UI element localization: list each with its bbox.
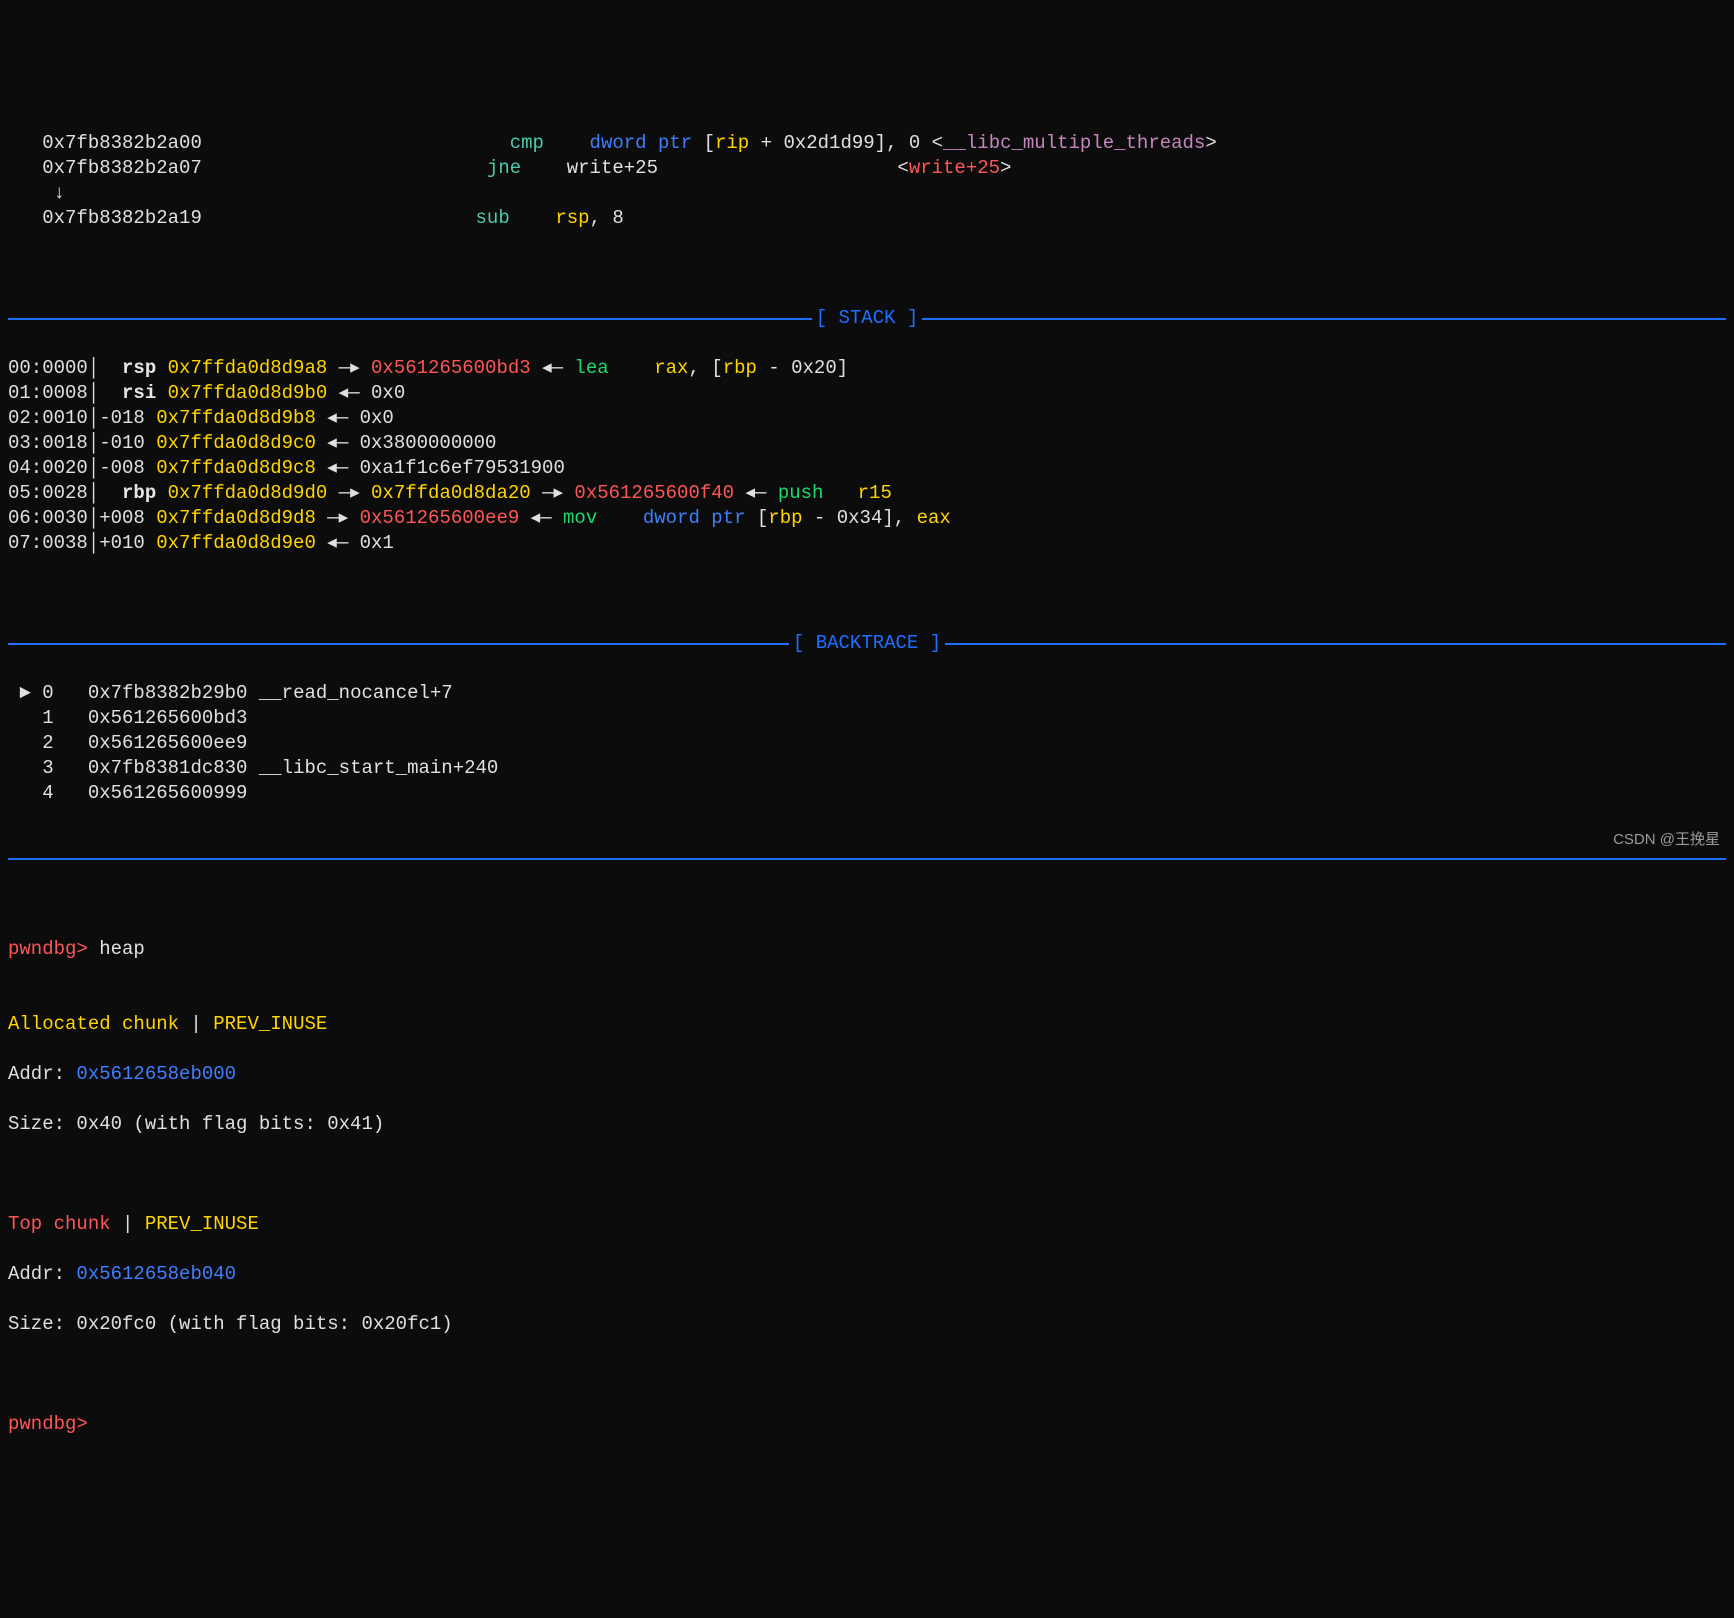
command-text: heap <box>88 938 145 960</box>
stack-line: 04:0020│-008 0x7ffda0d8d9c8 ◂— 0xa1f1c6e… <box>8 456 1726 481</box>
heap-chunk2-title: Top chunk | PREV_INUSE <box>8 1212 1726 1237</box>
stack-block: 00:0000│ rsp 0x7ffda0d8d9a8 —▸ 0x5612656… <box>8 356 1726 556</box>
stack-line: 00:0000│ rsp 0x7ffda0d8d9a8 —▸ 0x5612656… <box>8 356 1726 381</box>
blank-line-2 <box>8 1362 1726 1387</box>
stack-header: [ STACK ] <box>8 306 1726 331</box>
backtrace-line: 1 0x561265600bd3 <box>8 706 1726 731</box>
backtrace-line: ► 0 0x7fb8382b29b0 __read_nocancel+7 <box>8 681 1726 706</box>
disasm-line: 0x7fb8382b2a19 sub rsp, 8 <box>8 206 1726 231</box>
prompt: pwndbg> <box>8 1413 88 1435</box>
backtrace-line: 2 0x561265600ee9 <box>8 731 1726 756</box>
disasm-line: ↓ <box>8 181 1726 206</box>
prompt: pwndbg> <box>8 938 88 960</box>
heap-chunk2-addr: Addr: 0x5612658eb040 <box>8 1262 1726 1287</box>
heap-chunk1-title: Allocated chunk | PREV_INUSE <box>8 1012 1726 1037</box>
cmd-line-1[interactable]: pwndbg> heap <box>8 937 1726 962</box>
stack-line: 07:0038│+010 0x7ffda0d8d9e0 ◂— 0x1 <box>8 531 1726 556</box>
heap-chunk1-addr: Addr: 0x5612658eb000 <box>8 1062 1726 1087</box>
backtrace-line: 4 0x561265600999 <box>8 781 1726 806</box>
stack-line: 03:0018│-010 0x7ffda0d8d9c0 ◂— 0x3800000… <box>8 431 1726 456</box>
disasm-line: 0x7fb8382b2a07 jne write+25 <write+25> <box>8 156 1726 181</box>
watermark: CSDN @王挽星 <box>1613 827 1720 852</box>
stack-line: 06:0030│+008 0x7ffda0d8d9d8 —▸ 0x5612656… <box>8 506 1726 531</box>
disasm-line: 0x7fb8382b2a00 cmp dword ptr [rip + 0x2d… <box>8 131 1726 156</box>
rule-after-backtrace <box>8 858 1726 860</box>
stack-header-label: [ STACK ] <box>812 306 923 331</box>
stack-line: 05:0028│ rbp 0x7ffda0d8d9d0 —▸ 0x7ffda0d… <box>8 481 1726 506</box>
cmd-line-2[interactable]: pwndbg> <box>8 1412 1726 1437</box>
backtrace-header: [ BACKTRACE ] <box>8 631 1726 656</box>
blank-line <box>8 1162 1726 1187</box>
disassembly-block: 0x7fb8382b2a00 cmp dword ptr [rip + 0x2d… <box>8 131 1726 231</box>
backtrace-line: 3 0x7fb8381dc830 __libc_start_main+240 <box>8 756 1726 781</box>
backtrace-header-label: [ BACKTRACE ] <box>789 631 945 656</box>
backtrace-block: ► 0 0x7fb8382b29b0 __read_nocancel+7 1 0… <box>8 681 1726 806</box>
stack-line: 01:0008│ rsi 0x7ffda0d8d9b0 ◂— 0x0 <box>8 381 1726 406</box>
heap-chunk2-size: Size: 0x20fc0 (with flag bits: 0x20fc1) <box>8 1312 1726 1337</box>
heap-chunk1-size: Size: 0x40 (with flag bits: 0x41) <box>8 1112 1726 1137</box>
stack-line: 02:0010│-018 0x7ffda0d8d9b8 ◂— 0x0 <box>8 406 1726 431</box>
